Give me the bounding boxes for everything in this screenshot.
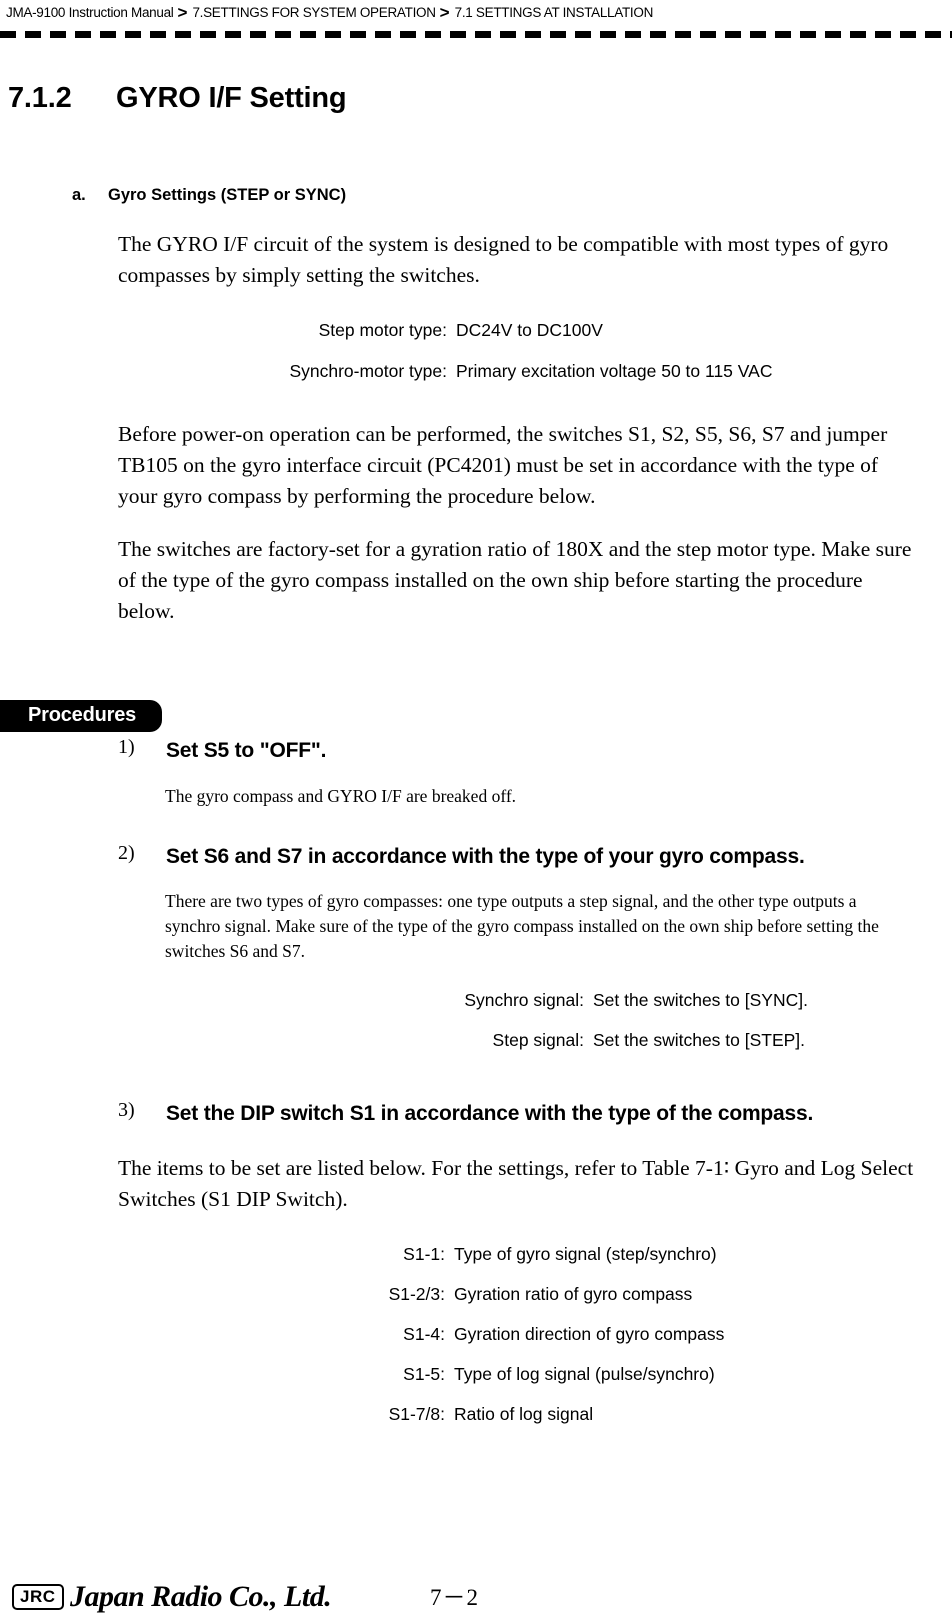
step-1-note: The gyro compass and GYRO I/F are breake… (165, 786, 517, 806)
motor-type-value: DC24V to DC100V (456, 320, 603, 340)
main-content: a. Gyro Settings (STEP or SYNC) The GYRO… (0, 186, 952, 627)
list-item: Step signal: Set the switches to [STEP]. (0, 1027, 952, 1054)
signal-type-key: Step signal: (492, 1030, 584, 1050)
list-item: S1-4: Gyration direction of gyro compass (0, 1321, 952, 1348)
step-3-note: The items to be set are listed below. Fo… (118, 1156, 914, 1211)
step-number: 2) (118, 842, 135, 864)
step-2: 2) Set S6 and S7 in accordance with the … (118, 839, 938, 874)
section-heading-text: GYRO I/F Setting (116, 82, 347, 114)
s1-item-key: S1-7/8: (388, 1404, 445, 1424)
s1-switch-list: S1-1: Type of gyro signal (step/synchro)… (0, 1241, 952, 1428)
signal-type-value: Set the switches to [STEP]. (593, 1030, 806, 1050)
signal-type-key: Synchro signal: (464, 990, 584, 1010)
jrc-logo-mark: JRC (12, 1584, 64, 1610)
signal-type-value: Set the switches to [SYNC]. (593, 990, 808, 1010)
step-2-note: There are two types of gyro compasses: o… (165, 891, 879, 961)
breadcrumb-separator-icon: > (439, 2, 450, 22)
s1-item-key: S1-1: (403, 1244, 445, 1264)
section-number: 7.1.2 (8, 82, 72, 114)
subsection-label: a. (72, 186, 86, 204)
list-item: Synchro signal: Set the switches to [SYN… (0, 987, 952, 1014)
breadcrumb-item-manual: JMA-9100 Instruction Manual (6, 4, 174, 20)
list-item: S1-5: Type of log signal (pulse/synchro) (0, 1361, 952, 1388)
list-item: S1-7/8: Ratio of log signal (0, 1401, 952, 1428)
procedures-badge: Procedures (0, 700, 163, 732)
s1-item-value: Type of gyro signal (step/synchro) (454, 1244, 717, 1264)
list-item: S1-1: Type of gyro signal (step/synchro) (0, 1241, 952, 1268)
subsection-title: Gyro Settings (STEP or SYNC) (108, 186, 347, 204)
subsection-heading: a. Gyro Settings (STEP or SYNC) (72, 186, 952, 205)
s1-item-key: S1-5: (403, 1364, 445, 1384)
factory-set-paragraph: The switches are factory-set for a gyrat… (118, 537, 912, 623)
intro-paragraph: The GYRO I/F circuit of the system is de… (118, 232, 889, 287)
breadcrumb-separator-icon: > (177, 2, 188, 22)
motor-type-list: Step motor type: DC24V to DC100V Synchro… (0, 317, 952, 385)
motor-type-key: Synchro-motor type: (289, 361, 447, 381)
motor-type-value: Primary excitation voltage 50 to 115 VAC (456, 361, 773, 381)
step-title: Set S6 and S7 in accordance with the typ… (166, 845, 805, 868)
motor-type-key: Step motor type: (318, 320, 447, 340)
page-footer: JRC Japan Radio Co., Ltd. 7－2 (0, 1562, 952, 1614)
step-title: Set S5 to "OFF". (166, 739, 327, 762)
step-number: 3) (118, 1099, 135, 1121)
step-title: Set the DIP switch S1 in accordance with… (166, 1102, 814, 1125)
s1-item-value: Ratio of log signal (454, 1404, 594, 1424)
s1-item-value: Gyration ratio of gyro compass (454, 1284, 693, 1304)
breadcrumb-item-chapter: 7.SETTINGS FOR SYSTEM OPERATION (192, 4, 436, 20)
breadcrumb-item-section: 7.1 SETTINGS AT INSTALLATION (454, 4, 654, 20)
s1-item-value: Type of log signal (pulse/synchro) (454, 1364, 715, 1384)
s1-item-key: S1-4: (403, 1324, 445, 1344)
jrc-company-name: Japan Radio Co., Ltd. (70, 1580, 332, 1613)
step-3: 3) Set the DIP switch S1 in accordance w… (118, 1096, 818, 1131)
list-item: Synchro-motor type: Primary excitation v… (0, 358, 952, 385)
signal-type-list: Synchro signal: Set the switches to [SYN… (0, 987, 952, 1054)
switches-paragraph: Before power-on operation can be perform… (118, 422, 888, 508)
list-item: Step motor type: DC24V to DC100V (0, 317, 952, 344)
breadcrumb: JMA-9100 Instruction Manual > 7.SETTINGS… (6, 0, 946, 24)
procedure-steps: 1) Set S5 to "OFF". The gyro compass and… (0, 733, 952, 1428)
list-item: S1-2/3: Gyration ratio of gyro compass (0, 1281, 952, 1308)
page-title: 7.1.2 GYRO I/F Setting (8, 82, 347, 115)
step-number: 1) (118, 736, 135, 758)
step-1: 1) Set S5 to "OFF". (118, 733, 938, 768)
s1-item-key: S1-2/3: (388, 1284, 445, 1304)
header-dashed-divider (0, 31, 952, 38)
s1-item-value: Gyration direction of gyro compass (454, 1324, 725, 1344)
page-number: 7－2 (430, 1585, 479, 1610)
